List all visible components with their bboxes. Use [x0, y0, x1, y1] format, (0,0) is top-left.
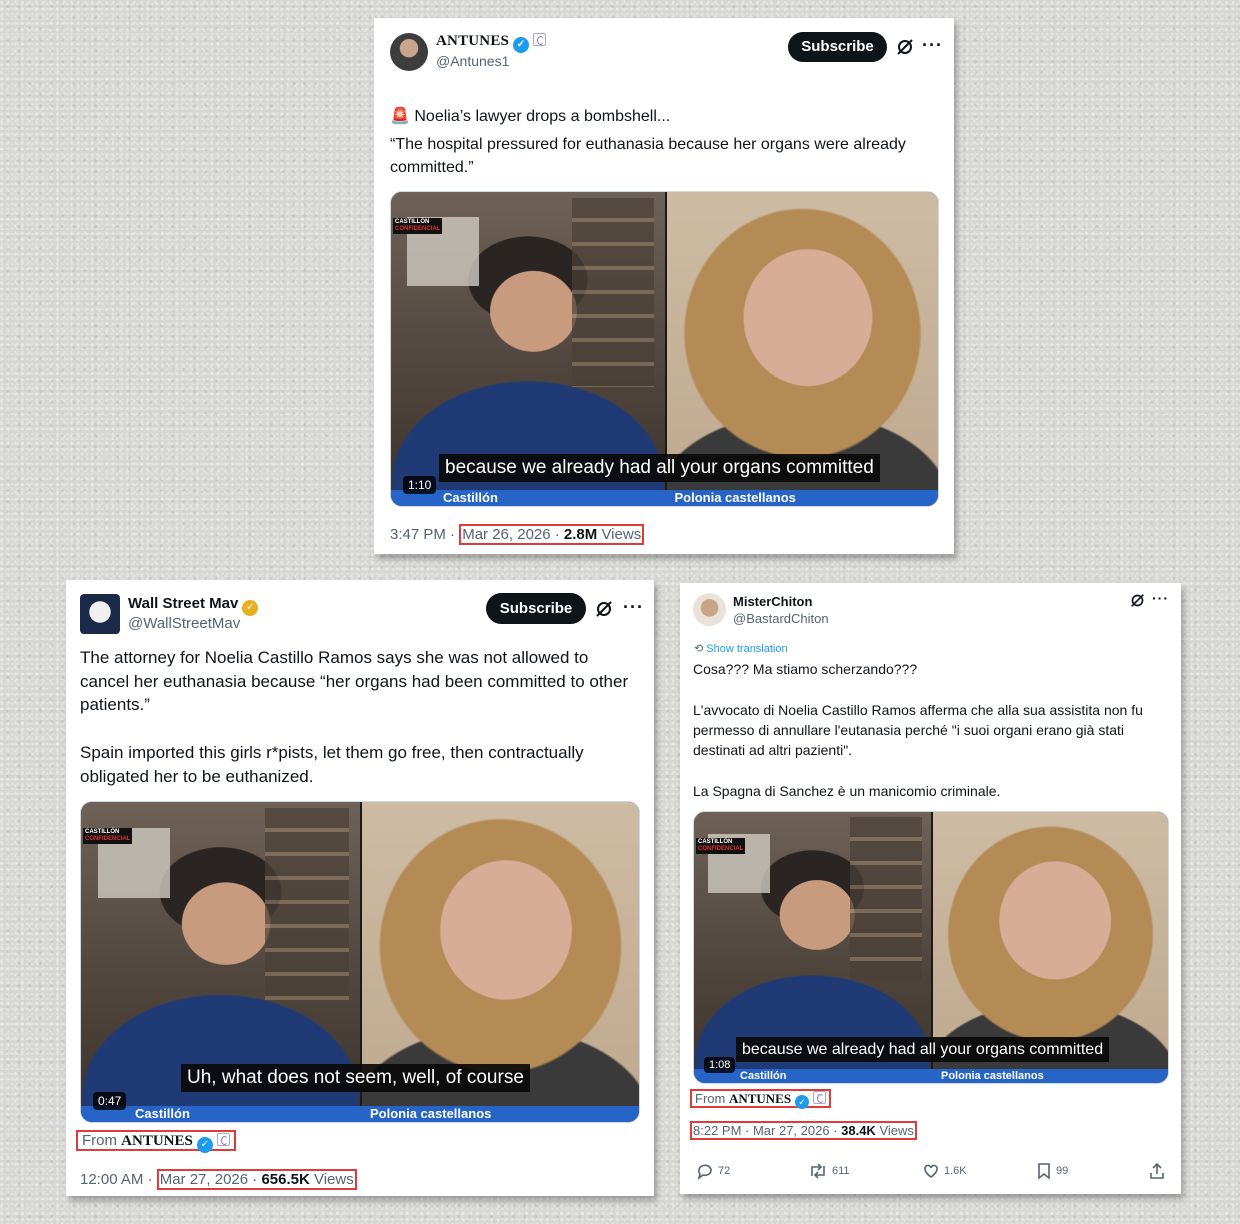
- grok-icon[interactable]: [1130, 593, 1145, 608]
- more-icon[interactable]: ···: [1152, 590, 1169, 606]
- post-meta: 12:00 AM · Mar 27, 2026 · 656.5K Views: [80, 1169, 357, 1190]
- post-card-antunes: ANTUNES ✓ @Antunes1 Subscribe ··· 🚨 Noeli…: [374, 18, 954, 554]
- views-count: 38.4K: [841, 1123, 876, 1138]
- post-meta: 3:47 PM · Mar 26, 2026 · 2.8M Views: [390, 524, 645, 545]
- views-count: 656.5K: [261, 1171, 310, 1188]
- video-caption: because we already had all your organs c…: [439, 454, 880, 482]
- post-date[interactable]: Mar 27, 2026 ·: [160, 1171, 262, 1188]
- channel-logo: CASTILLÓN CONFIDENCIAL: [393, 218, 443, 234]
- avatar[interactable]: [390, 33, 428, 71]
- bookmark-icon: [1038, 1163, 1050, 1180]
- highlighted-date-views: Mar 26, 2026 · 2.8M Views: [459, 524, 645, 545]
- nameplate-right: Polonia castellanos: [931, 1069, 1168, 1083]
- post-date[interactable]: Mar 26, 2026 ·: [462, 526, 564, 543]
- video-duration: 1:10: [403, 476, 437, 494]
- grok-icon[interactable]: [896, 38, 914, 56]
- like-button[interactable]: 1.6K: [922, 1162, 967, 1180]
- siren-icon: 🚨: [390, 108, 410, 125]
- reply-icon: [697, 1164, 712, 1180]
- highlighted-source: From ANTUNES ✓: [76, 1130, 236, 1153]
- verified-badge-icon: ✓: [196, 1137, 213, 1153]
- video-duration: 0:47: [93, 1092, 127, 1110]
- action-bar: 72 611 1.6K 99: [696, 1162, 1165, 1184]
- reply-button[interactable]: 72: [696, 1162, 730, 1180]
- tweet-text-quote: “The hospital pressured for euthanasia b…: [390, 136, 906, 176]
- post-time[interactable]: 3:47 PM ·: [390, 526, 459, 543]
- highlighted-date-views: Mar 27, 2026 · 656.5K Views: [156, 1169, 357, 1190]
- post-time[interactable]: 12:00 AM ·: [80, 1171, 157, 1188]
- verified-badge-icon: ✓: [795, 1095, 810, 1109]
- video-player[interactable]: CASTILLÓN CONFIDENCIAL Castillón Polonia …: [80, 801, 640, 1123]
- post-meta: 8:22 PM · Mar 27, 2026 · 38.4K Views: [690, 1121, 917, 1140]
- video-player[interactable]: CASTILLÓN CONFIDENCIAL Castillón Polonia …: [693, 811, 1169, 1084]
- video-duration: 1:08: [704, 1057, 736, 1073]
- post-card-wallstreetmav: Wall Street Mav ✓ @WallStreetMav Subscrib…: [66, 580, 654, 1196]
- tweet-text: Cosa??? Ma stiamo scherzando??? L'avvoca…: [693, 661, 1143, 799]
- grok-icon[interactable]: [595, 600, 613, 618]
- avatar[interactable]: [80, 594, 120, 634]
- translate-icon: ⟲: [694, 643, 704, 655]
- highlighted-source: From ANTUNES ✓: [690, 1089, 832, 1109]
- highlighted-time-date-views: 8:22 PM · Mar 27, 2026 · 38.4K Views: [690, 1121, 917, 1140]
- author-name[interactable]: Wall Street Mav ✓: [128, 595, 259, 616]
- views-label: Views: [309, 1171, 354, 1188]
- post-time[interactable]: 8:22 PM ·: [693, 1123, 753, 1138]
- avatar[interactable]: [693, 593, 726, 626]
- views-count: 2.8M: [563, 526, 598, 543]
- views-label: Views: [597, 526, 642, 543]
- video-caption: Uh, what does not seem, well, of course: [181, 1064, 530, 1092]
- author-handle[interactable]: @Antunes1: [436, 53, 509, 69]
- author-handle[interactable]: @WallStreetMav: [128, 615, 240, 632]
- affiliate-badge-icon: [533, 33, 547, 46]
- share-button[interactable]: [1148, 1162, 1166, 1180]
- more-icon[interactable]: ···: [922, 35, 943, 56]
- author-name[interactable]: ANTUNES ✓: [436, 33, 547, 53]
- verified-badge-icon: ✓: [242, 600, 259, 616]
- video-player[interactable]: CASTILLÓN CONFIDENCIAL Castillón Polonia …: [390, 191, 939, 507]
- tweet-text: The attorney for Noelia Castillo Ramos s…: [80, 648, 629, 786]
- more-icon[interactable]: ···: [623, 597, 644, 618]
- video-caption: because we already had all your organs c…: [736, 1037, 1110, 1062]
- nameplate-right: Polonia castellanos: [360, 1106, 639, 1122]
- verified-badge-icon: ✓: [513, 37, 530, 53]
- author-name[interactable]: MisterChiton: [733, 594, 812, 609]
- share-icon: [1150, 1162, 1164, 1179]
- affiliate-badge-icon: [813, 1091, 827, 1104]
- nameplate-right: Polonia castellanos: [664, 490, 938, 506]
- channel-logo: CASTILLÓN CONFIDENCIAL: [83, 828, 133, 844]
- post-card-misterchiton: MisterChiton @BastardChiton ··· ⟲ Show t…: [680, 583, 1181, 1194]
- repost-button[interactable]: 611: [808, 1162, 850, 1180]
- subscribe-button[interactable]: Subscribe: [486, 593, 586, 624]
- tweet-text-line1: 🚨 Noelia’s lawyer drops a bombshell...: [390, 108, 671, 125]
- repost-icon: [811, 1163, 825, 1179]
- source-attribution[interactable]: From ANTUNES ✓: [690, 1089, 832, 1109]
- like-icon: [924, 1164, 938, 1178]
- subscribe-button[interactable]: Subscribe: [788, 32, 887, 62]
- channel-logo: CASTILLÓN CONFIDENCIAL: [696, 838, 746, 854]
- affiliate-badge-icon: [216, 1133, 230, 1146]
- show-translation-link[interactable]: ⟲ Show translation: [694, 642, 788, 655]
- post-date[interactable]: Mar 27, 2026 ·: [753, 1123, 841, 1138]
- views-label: Views: [875, 1123, 914, 1138]
- author-handle[interactable]: @BastardChiton: [733, 611, 829, 626]
- bookmark-button[interactable]: 99: [1036, 1162, 1068, 1180]
- source-attribution[interactable]: From ANTUNES ✓: [76, 1130, 236, 1153]
